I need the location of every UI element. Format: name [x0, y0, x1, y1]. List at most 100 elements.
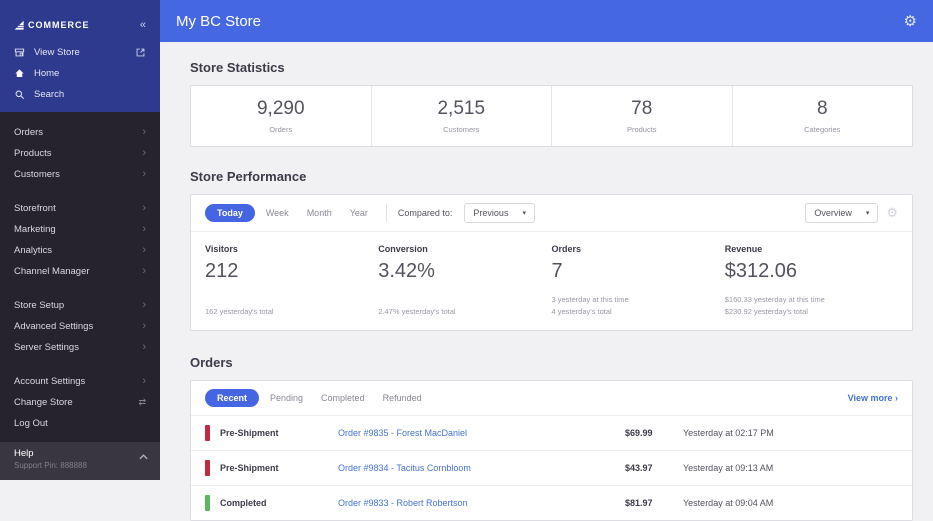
sidebar: COMMERCE « View Store Home Search Orders…	[0, 0, 160, 480]
sidebar-item-home[interactable]: Home	[0, 63, 160, 84]
metric-sub: 3 yesterday at this time	[551, 295, 629, 304]
sidebar-item-view-store[interactable]: View Store	[0, 42, 160, 63]
sidebar-top-section: COMMERCE « View Store Home Search	[0, 0, 160, 112]
tab-refunded[interactable]: Refunded	[376, 389, 429, 407]
stat-orders[interactable]: 9,290 Orders	[191, 86, 372, 146]
stat-value: 2,515	[437, 98, 486, 119]
metric-sub: 162 yesterday's total	[205, 307, 274, 316]
metric-value: 212	[205, 260, 239, 282]
gear-icon[interactable]: ⚙	[904, 12, 917, 30]
sidebar-item-label: Advanced Settings	[14, 321, 94, 332]
order-time: Yesterday at 09:13 AM	[683, 463, 774, 473]
swap-arrows-icon: ⇄	[138, 397, 146, 407]
sidebar-item-label: Orders	[14, 127, 44, 138]
gear-icon[interactable]: ⚙	[886, 205, 898, 221]
sidebar-item-log-out[interactable]: Log Out	[0, 413, 160, 434]
sidebar-item-account-settings[interactable]: Account Settings ›	[0, 371, 160, 392]
bigcommerce-logo[interactable]: COMMERCE	[14, 20, 90, 31]
tab-month[interactable]: Month	[300, 204, 339, 222]
order-link[interactable]: Order #9833 - Robert Robertson	[338, 498, 625, 508]
stat-label: Orders	[269, 125, 293, 134]
order-time: Yesterday at 09:04 AM	[683, 498, 774, 508]
order-status: Completed	[220, 498, 267, 508]
chevron-right-icon: ›	[142, 147, 146, 159]
chevron-down-icon: ▾	[522, 210, 526, 217]
status-indicator	[205, 425, 210, 441]
sidebar-item-label: Log Out	[14, 418, 48, 429]
sidebar-item-label: Customers	[14, 169, 60, 180]
overview-select[interactable]: Overview ▾	[805, 203, 879, 223]
stat-label: Products	[626, 125, 657, 134]
metric-sub	[205, 294, 368, 306]
sidebar-item-server-settings[interactable]: Server Settings ›	[0, 337, 160, 358]
order-row[interactable]: Pre-Shipment Order #9835 - Forest MacDan…	[191, 415, 912, 450]
order-amount: $81.97	[625, 498, 653, 508]
chevron-up-icon	[139, 454, 148, 460]
chevron-right-icon: ›	[142, 320, 146, 332]
sidebar-item-customers[interactable]: Customers ›	[0, 164, 160, 185]
order-link[interactable]: Order #9835 - Forest MacDaniel	[338, 428, 625, 438]
sidebar-collapse-icon[interactable]: «	[140, 19, 146, 31]
store-statistics-title: Store Statistics	[190, 60, 285, 75]
stat-customers[interactable]: 2,515 Customers	[372, 86, 552, 146]
sidebar-item-orders[interactable]: Orders ›	[0, 122, 160, 143]
tab-completed[interactable]: Completed	[314, 389, 372, 407]
chevron-right-icon: ›	[142, 244, 146, 256]
metric-sub: 4 yesterday's total	[551, 307, 612, 316]
tab-week[interactable]: Week	[259, 204, 296, 222]
sidebar-item-label: View Store	[34, 47, 80, 58]
sidebar-item-storefront[interactable]: Storefront ›	[0, 198, 160, 219]
sidebar-item-label: Store Setup	[14, 300, 65, 311]
sidebar-help-panel[interactable]: Help Support Pin: 888888	[0, 442, 160, 480]
home-icon	[15, 69, 24, 77]
chevron-down-icon: ▾	[865, 210, 870, 217]
stat-value: 9,290	[256, 98, 305, 119]
tab-year[interactable]: Year	[343, 204, 375, 222]
chevron-right-icon: ›	[142, 223, 146, 235]
stat-products[interactable]: 78 Products	[552, 86, 733, 146]
status-indicator	[205, 495, 210, 511]
stat-label: Categories	[804, 125, 841, 134]
storefront-icon	[14, 48, 25, 57]
compared-to-select[interactable]: Previous ▾	[464, 203, 535, 223]
sidebar-item-advanced-settings[interactable]: Advanced Settings ›	[0, 316, 160, 337]
dashboard-content: Store Statistics 9,290 Orders 2,515 Cust…	[160, 60, 933, 521]
store-performance-card: Today Week Month Year Compared to: Previ…	[190, 194, 913, 331]
metric-sub: $230.92 yesterday's total	[724, 307, 808, 316]
orders-section-title: Orders	[190, 355, 233, 370]
overview-value: Overview	[814, 208, 852, 218]
chevron-right-icon: ›	[142, 202, 146, 214]
bigcommerce-sail-icon	[14, 20, 24, 30]
stat-value: 78	[631, 98, 653, 119]
metric-orders: Orders 7 3 yesterday at this time 4 yest…	[552, 244, 725, 318]
sidebar-item-products[interactable]: Products ›	[0, 143, 160, 164]
tab-recent[interactable]: Recent	[205, 389, 260, 407]
order-status: Pre-Shipment	[220, 428, 279, 438]
header-bar: My BC Store ⚙	[160, 0, 933, 42]
order-time: Yesterday at 02:17 PM	[683, 428, 774, 438]
tab-pending[interactable]: Pending	[263, 389, 310, 407]
compared-to-value: Previous	[473, 208, 509, 218]
sidebar-item-label: Search	[34, 89, 65, 100]
order-status: Pre-Shipment	[220, 463, 279, 473]
metric-label: Revenue	[724, 244, 763, 254]
order-row[interactable]: Completed Order #9833 - Robert Robertson…	[191, 485, 912, 520]
sidebar-item-search[interactable]: Search	[0, 84, 160, 105]
search-icon	[15, 90, 24, 99]
sidebar-nav: Orders › Products › Customers › Storefro…	[0, 112, 160, 434]
sidebar-item-analytics[interactable]: Analytics ›	[0, 240, 160, 261]
metric-label: Orders	[551, 244, 582, 254]
help-title: Help	[14, 448, 34, 459]
compared-to-label: Compared to:	[397, 208, 453, 218]
tab-today[interactable]: Today	[205, 204, 255, 222]
order-link[interactable]: Order #9834 - Tacitus Cornbloom	[338, 463, 625, 473]
stat-categories[interactable]: 8 Categories	[733, 86, 913, 146]
view-more-link[interactable]: View more ›	[848, 393, 898, 403]
chevron-right-icon: ›	[142, 265, 146, 277]
sidebar-item-marketing[interactable]: Marketing ›	[0, 219, 160, 240]
sidebar-item-channel-manager[interactable]: Channel Manager ›	[0, 261, 160, 282]
metric-sub: $160.33 yesterday at this time	[724, 295, 825, 304]
sidebar-item-store-setup[interactable]: Store Setup ›	[0, 295, 160, 316]
sidebar-item-change-store[interactable]: Change Store ⇄	[0, 392, 160, 413]
support-pin: Support Pin: 888888	[14, 461, 87, 470]
